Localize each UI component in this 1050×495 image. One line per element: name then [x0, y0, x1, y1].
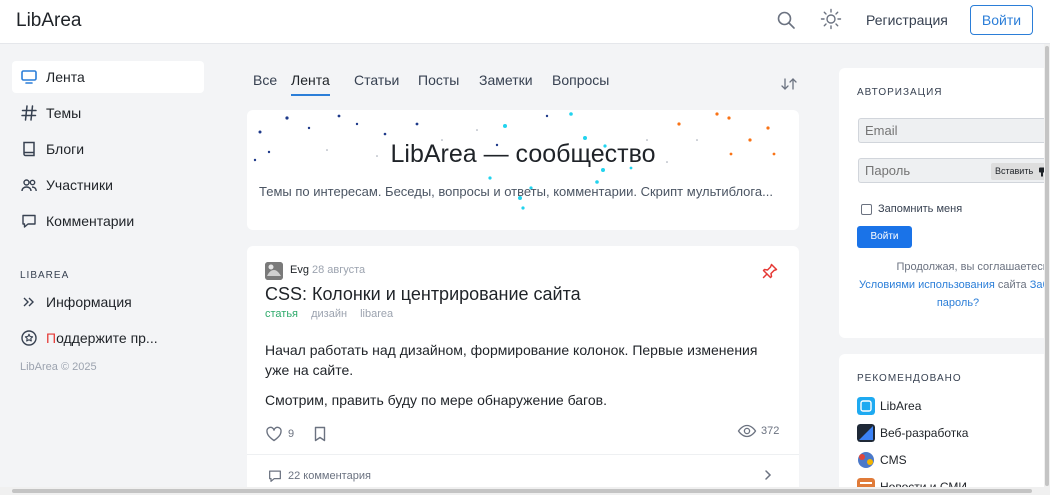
- email-field[interactable]: [858, 118, 1050, 143]
- copyright: LibArea © 2025: [20, 361, 97, 373]
- hero-title: LibArea — сообщество: [390, 140, 656, 168]
- comment-icon: [269, 470, 281, 482]
- sidebar-item-info[interactable]: Информация: [12, 286, 204, 318]
- remember-me[interactable]: Запомнить меня: [861, 203, 962, 215]
- sidebar-item-label: Темы: [46, 105, 82, 121]
- post-tags: статья дизайн libarea: [265, 308, 403, 320]
- tab-posts[interactable]: Посты: [418, 72, 459, 94]
- comments-link[interactable]: 22 комментария: [267, 468, 371, 484]
- hash-icon: [21, 105, 37, 121]
- recommended-panel: РЕКОМЕНДОВАНО LibArea Веб-разработка CMS…: [839, 354, 1050, 495]
- sidebar-item-label: Поддержите пр...: [46, 330, 158, 346]
- auth-title: АВТОРИЗАЦИЯ: [857, 87, 943, 98]
- star-badge-icon: [21, 330, 37, 346]
- post-author[interactable]: Evg: [290, 264, 309, 276]
- monitor-icon: [21, 70, 37, 84]
- vertical-scrollbar[interactable]: [1045, 46, 1049, 486]
- tab-feed[interactable]: Лента: [291, 72, 330, 96]
- particles-background: [253, 112, 776, 210]
- like-count: 9: [288, 428, 295, 440]
- remember-checkbox[interactable]: [861, 203, 872, 215]
- sidebar-item-label: Информация: [46, 294, 132, 310]
- sidebar-item-members[interactable]: Участники: [12, 169, 204, 201]
- tab-notes[interactable]: Заметки: [479, 72, 533, 94]
- auth-panel: АВТОРИЗАЦИЯ Запомнить меня Войти Продолж…: [839, 68, 1050, 338]
- hero-banner: LibArea — сообщество Темы по интересам. …: [247, 110, 799, 230]
- terms-link[interactable]: Условиями использования: [859, 279, 995, 291]
- sidebar-item-label: Лента: [46, 69, 85, 85]
- paste-button[interactable]: Вставить: [991, 163, 1050, 180]
- login-button[interactable]: Войти: [970, 5, 1033, 35]
- post-title[interactable]: CSS: Колонки и центрирование сайта: [265, 284, 581, 305]
- remember-label: Запомнить меня: [878, 203, 963, 215]
- like-button[interactable]: 9: [265, 426, 294, 442]
- pin-icon: [762, 263, 778, 279]
- recommended-item[interactable]: LibArea: [857, 397, 921, 415]
- heart-icon: [266, 426, 282, 442]
- cms-icon: [858, 452, 874, 468]
- register-link[interactable]: Регистрация: [866, 12, 948, 28]
- sidebar-item-blogs[interactable]: Блоги: [12, 133, 204, 165]
- comment-icon: [22, 214, 36, 228]
- post-card: Evg 28 августа CSS: Колонки и центрирова…: [247, 246, 799, 495]
- eye-icon: [737, 424, 757, 438]
- divider: [247, 454, 799, 455]
- comments-count: 22 комментария: [288, 470, 371, 482]
- sort-icon[interactable]: [780, 76, 798, 92]
- book-icon: [23, 141, 35, 157]
- sidebar-item-label: Блоги: [46, 141, 85, 157]
- users-icon: [21, 179, 37, 192]
- chevron-right-icon[interactable]: [762, 468, 774, 482]
- sidebar-item-topics[interactable]: Темы: [12, 97, 204, 129]
- site-logo[interactable]: LibArea: [16, 10, 82, 32]
- post-paragraph: Смотрим, править буду по мере обнаружени…: [265, 392, 607, 408]
- post-tag[interactable]: libarea: [360, 308, 393, 320]
- post-tag[interactable]: дизайн: [311, 308, 347, 320]
- double-chevron-right-icon: [23, 297, 34, 307]
- tab-articles[interactable]: Статьи: [354, 72, 399, 94]
- search-icon[interactable]: [776, 10, 796, 30]
- post-type-tag[interactable]: статья: [265, 308, 298, 320]
- terms-text: Продолжая, вы соглашаетесь с Условиями и…: [853, 258, 1050, 312]
- recommended-title: РЕКОМЕНДОВАНО: [857, 373, 962, 384]
- horizontal-scrollbar[interactable]: [12, 489, 1032, 493]
- sidebar-item-label: Участники: [46, 177, 113, 193]
- tab-all[interactable]: Все: [253, 72, 277, 94]
- sun-icon[interactable]: [820, 8, 842, 30]
- recommended-item[interactable]: CMS: [857, 451, 907, 469]
- tab-questions[interactable]: Вопросы: [552, 72, 609, 94]
- avatar[interactable]: [265, 262, 283, 280]
- views-counter: 372: [737, 424, 779, 438]
- post-date: 28 августа: [312, 264, 366, 276]
- libarea-logo-icon: [857, 397, 875, 415]
- post-paragraph: Начал работать над дизайном, формировани…: [265, 342, 758, 378]
- web-dev-icon: [857, 424, 875, 442]
- sidebar-section-title: LIBAREA: [20, 270, 70, 281]
- hero-subtitle: Темы по интересам. Беседы, вопросы и отв…: [259, 184, 773, 199]
- sidebar-item-feed[interactable]: Лента: [12, 61, 204, 93]
- sidebar-item-comments[interactable]: Комментарии: [12, 205, 204, 237]
- recommended-item[interactable]: Веб-разработка: [857, 424, 968, 442]
- top-header: LibArea Регистрация Войти: [0, 0, 1050, 44]
- sidebar-item-support[interactable]: Поддержите пр...: [12, 322, 204, 354]
- bookmark-icon[interactable]: [312, 425, 328, 443]
- views-count: 372: [761, 425, 780, 437]
- sidebar-item-label: Комментарии: [46, 213, 135, 229]
- forgot-password-link-cont[interactable]: пароль?: [853, 294, 1050, 312]
- auth-submit-button[interactable]: Войти: [857, 226, 912, 248]
